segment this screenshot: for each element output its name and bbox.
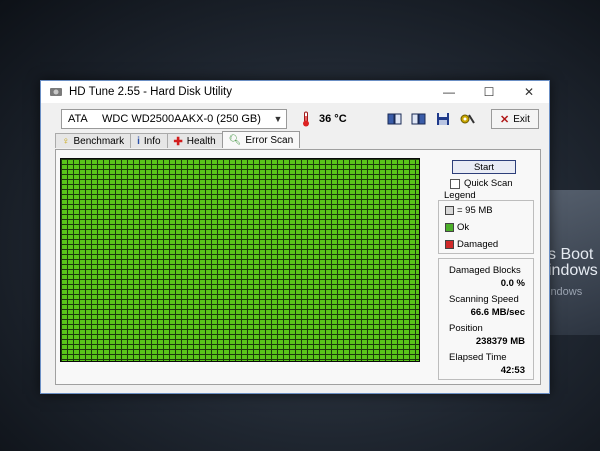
tab-health[interactable]: ✚ Health xyxy=(166,133,223,148)
scan-block-grid xyxy=(61,159,419,361)
scanning-speed-value: 66.6 MB/sec xyxy=(470,307,525,318)
scan-sidebar: Start Quick Scan Legend = 95 MB Ok Damag… xyxy=(434,150,538,384)
benchmark-icon: ♀ xyxy=(62,135,70,147)
elapsed-time-label: Elapsed Time xyxy=(449,352,507,363)
copy-text-button[interactable] xyxy=(385,110,405,128)
toolbar: ATA WDC WD2500AAKX-0 (250 GB) ▼ 36 °C ✕ … xyxy=(55,109,541,131)
window-title: HD Tune 2.55 - Hard Disk Utility xyxy=(69,86,232,98)
background-text: indows xyxy=(548,262,598,279)
position-label: Position xyxy=(449,323,483,334)
copy-text-icon xyxy=(387,113,402,125)
tab-info[interactable]: i Info xyxy=(130,133,168,148)
exit-label: Exit xyxy=(513,113,530,125)
health-icon: ✚ xyxy=(173,135,183,148)
drive-interface: ATA xyxy=(68,113,88,125)
legend-item-damaged: Damaged xyxy=(445,239,498,250)
block-swatch xyxy=(445,206,454,215)
tab-error-scan[interactable]: 🔍︎ Error Scan xyxy=(221,131,301,148)
ok-swatch xyxy=(445,223,454,232)
tab-label: Info xyxy=(143,135,161,147)
legend-item-ok: Ok xyxy=(445,222,469,233)
scanning-speed-label: Scanning Speed xyxy=(449,294,519,305)
copy-screenshot-button[interactable] xyxy=(409,110,429,128)
drive-model: WDC WD2500AAKX-0 (250 GB) xyxy=(102,113,261,125)
tab-label: Error Scan xyxy=(245,134,294,146)
damaged-swatch xyxy=(445,240,454,249)
scan-stats: Damaged Blocks 0.0 % Scanning Speed 66.6… xyxy=(438,258,534,380)
copy-screenshot-icon xyxy=(411,113,426,125)
elapsed-time-value: 42:53 xyxy=(500,365,525,376)
start-button[interactable]: Start xyxy=(452,160,516,174)
damaged-blocks-value: 0.0 % xyxy=(500,278,525,289)
thermometer-icon xyxy=(303,111,309,127)
drive-select[interactable]: ATA WDC WD2500AAKX-0 (250 GB) ▼ xyxy=(61,109,287,129)
legend-item-block-size: = 95 MB xyxy=(445,205,493,216)
exit-icon: ✕ xyxy=(500,113,510,126)
quick-scan-checkbox-row[interactable]: Quick Scan xyxy=(450,178,513,189)
tab-benchmark[interactable]: ♀ Benchmark xyxy=(55,133,132,148)
options-button[interactable] xyxy=(457,110,477,128)
exit-button[interactable]: ✕ Exit xyxy=(491,109,539,129)
title-bar[interactable]: HD Tune 2.55 - Hard Disk Utility — ☐ ✕ xyxy=(41,81,549,103)
quick-scan-label: Quick Scan xyxy=(464,178,513,189)
minimize-button[interactable]: — xyxy=(429,81,469,103)
quick-scan-checkbox[interactable] xyxy=(450,178,460,189)
background-text: indows xyxy=(548,286,583,298)
close-button[interactable]: ✕ xyxy=(509,81,549,103)
position-value: 238379 MB xyxy=(475,336,525,347)
chevron-down-icon[interactable]: ▼ xyxy=(270,114,286,124)
options-icon xyxy=(460,114,475,124)
maximize-button[interactable]: ☐ xyxy=(469,81,509,103)
error-scan-panel: Start Quick Scan Legend = 95 MB Ok Damag… xyxy=(55,149,541,385)
legend-label: Damaged xyxy=(457,239,499,250)
tab-label: Health xyxy=(186,135,216,147)
legend: = 95 MB Ok Damaged xyxy=(438,200,534,254)
tab-label: Benchmark xyxy=(73,135,125,147)
tab-bar: ♀ Benchmark i Info ✚ Health 🔍︎ Error Sca… xyxy=(55,131,301,149)
hdtune-app-icon xyxy=(50,88,62,96)
legend-label: = 95 MB xyxy=(457,205,493,216)
scan-block-map xyxy=(60,158,420,362)
error-scan-icon: 🔍︎ xyxy=(228,134,242,146)
hdtune-window: HD Tune 2.55 - Hard Disk Utility — ☐ ✕ A… xyxy=(40,80,550,394)
legend-label: Ok xyxy=(457,222,470,233)
save-icon xyxy=(437,113,449,125)
save-button[interactable] xyxy=(433,110,453,128)
damaged-blocks-label: Damaged Blocks xyxy=(449,265,521,276)
temperature-readout: 36 °C xyxy=(319,113,347,125)
info-icon: i xyxy=(137,135,140,147)
